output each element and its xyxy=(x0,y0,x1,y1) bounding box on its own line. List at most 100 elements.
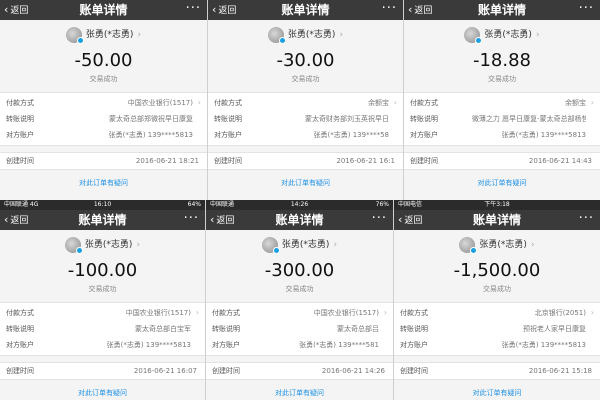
question-link[interactable]: 对此订单有疑问 xyxy=(0,178,207,188)
chevron-left-icon: ‹ xyxy=(398,213,403,226)
question-link[interactable]: 对此订单有疑问 xyxy=(404,178,600,188)
avatar xyxy=(65,26,84,44)
payee-user[interactable]: 张勇(*志勇) › xyxy=(394,234,600,256)
amount: -50.00 xyxy=(74,50,133,71)
account-row: 对方账户 张勇(*志勇) 139****5813 xyxy=(6,337,199,353)
back-button[interactable]: ‹ 返回 xyxy=(4,210,28,230)
payment-method-row[interactable]: 付款方式 中国农业银行(1517) › xyxy=(212,305,387,321)
verified-badge-icon xyxy=(278,36,286,44)
question-link[interactable]: 对此订单有疑问 xyxy=(208,178,403,188)
account-value: 张勇(*志勇) 139****5813 xyxy=(501,131,586,139)
clock-label: 14:26 xyxy=(290,201,309,208)
info-section: 付款方式 中国农业银行(1517) › 转账说明 蒙太奇总部郑微祝早日康复 对方账户 张… xyxy=(0,92,207,146)
chevron-left-icon: ‹ xyxy=(212,3,217,16)
payee-user[interactable]: 张勇(*志勇) › xyxy=(206,234,393,256)
amount: -30.00 xyxy=(276,50,335,71)
back-label: 返回 xyxy=(404,216,423,226)
info-section: 付款方式 中国农业银行(1517) › 转账说明 蒙太奇总部吕 对方账户 张勇(*志勇)… xyxy=(206,302,393,356)
created-time-row: 创建时间 2016-06-21 15:18 xyxy=(400,363,594,379)
back-label: 返回 xyxy=(218,6,237,16)
more-menu-button[interactable]: ··· xyxy=(184,210,199,228)
chevron-left-icon: ‹ xyxy=(210,213,215,226)
created-section: 创建时间 2016-06-21 16:1 xyxy=(208,152,403,170)
chevron-left-icon: ‹ xyxy=(408,3,413,16)
status-text: 交易成功 xyxy=(483,285,511,293)
payment-method-row[interactable]: 付款方式 中国农业银行(1517) › xyxy=(6,95,201,111)
payment-method-label: 付款方式 xyxy=(410,99,438,107)
payment-method-row[interactable]: 付款方式 北京银行(2051) › xyxy=(400,305,594,321)
page-title: 账单详情 xyxy=(477,3,526,17)
more-menu-button[interactable]: ··· xyxy=(579,210,594,228)
user-name: 张勇(*志勇) xyxy=(484,30,532,40)
payment-method-row[interactable]: 付款方式 中国农业银行(1517) › xyxy=(6,305,199,321)
payment-method-label: 付款方式 xyxy=(214,99,242,107)
bill-detail-panel-2: ‹ 返回 账单详情 ··· 张勇(*志勇) › -30.00 交易成功 付款方式 余额… xyxy=(208,0,404,200)
more-menu-button[interactable]: ··· xyxy=(579,0,594,18)
created-time-label: 创建时间 xyxy=(212,367,240,375)
payment-method-value: 中国农业银行(1517) xyxy=(313,309,379,317)
verified-badge-icon xyxy=(75,246,83,254)
payment-method-label: 付款方式 xyxy=(6,309,34,317)
chevron-right-icon: › xyxy=(339,30,344,40)
nav-bar: ‹ 返回 账单详情 ··· xyxy=(394,210,600,230)
chevron-right-icon: › xyxy=(333,240,338,250)
chevron-right-icon: › xyxy=(393,98,397,107)
transfer-note-row: 转账说明 微薄之力 愿早日康复-蒙太奇总部杨哲 xyxy=(410,111,594,127)
payment-method-label: 付款方式 xyxy=(400,309,428,317)
back-button[interactable]: ‹ 返回 xyxy=(212,0,236,20)
payee-user[interactable]: 张勇(*志勇) › xyxy=(0,24,207,46)
page-title: 账单详情 xyxy=(472,213,521,227)
info-section: 付款方式 中国农业银行(1517) › 转账说明 蒙太奇总部白宝军 对方账户 张勇(*志… xyxy=(0,302,205,356)
created-time-value: 2016-06-21 18:21 xyxy=(135,157,199,165)
account-row: 对方账户 张勇(*志勇) 139****581 xyxy=(212,337,387,353)
account-value: 张勇(*志勇) 139****581 xyxy=(299,341,379,349)
battery-label: 64% xyxy=(187,201,201,208)
chevron-left-icon: ‹ xyxy=(4,213,9,226)
payee-user[interactable]: 张勇(*志勇) › xyxy=(208,24,403,46)
more-menu-button[interactable]: ··· xyxy=(372,210,387,228)
payment-method-row[interactable]: 付款方式 余额宝 › xyxy=(214,95,397,111)
payment-method-label: 付款方式 xyxy=(212,309,240,317)
amount: -100.00 xyxy=(67,260,138,281)
transfer-note-row: 转账说明 蒙太奇总部郑微祝早日康复 xyxy=(6,111,201,127)
question-link[interactable]: 对此订单有疑问 xyxy=(394,388,600,398)
bill-detail-panel-4: 中国联通 4G 16:10 64% ‹ 返回 账单详情 ··· 张勇(*志勇) › … xyxy=(0,200,206,400)
created-time-value: 2016-06-21 16:1 xyxy=(336,157,395,165)
payment-method-value: 中国农业银行(1517) xyxy=(125,309,191,317)
user-name: 张勇(*志勇) xyxy=(84,240,133,250)
nav-bar: ‹ 返回 账单详情 ··· xyxy=(208,0,403,20)
amount: -300.00 xyxy=(264,260,335,281)
clock-label: 下午3:18 xyxy=(484,201,510,208)
more-menu-button[interactable]: ··· xyxy=(382,0,397,18)
back-button[interactable]: ‹ 返回 xyxy=(398,210,422,230)
transfer-note-value: 蒙太奇财务部刘玉英祝早日 xyxy=(305,115,389,123)
back-button[interactable]: ‹ 返回 xyxy=(210,210,234,230)
status-text: 交易成功 xyxy=(285,285,314,293)
chevron-right-icon: › xyxy=(136,240,141,250)
payee-user[interactable]: 张勇(*志勇) › xyxy=(0,234,205,256)
payee-user[interactable]: 张勇(*志勇) › xyxy=(404,24,600,46)
user-name: 张勇(*志勇) xyxy=(479,240,527,250)
question-link[interactable]: 对此订单有疑问 xyxy=(206,388,393,398)
back-button[interactable]: ‹ 返回 xyxy=(4,0,28,20)
phone-status-bar: 中国电信 下午3:18 xyxy=(394,200,600,210)
account-value: 张勇(*志勇) 139****5813 xyxy=(108,131,193,139)
back-button[interactable]: ‹ 返回 xyxy=(408,0,432,20)
avatar xyxy=(459,236,478,254)
account-value: 张勇(*志勇) 139****5813 xyxy=(106,341,191,349)
created-section: 创建时间 2016-06-21 14:43 xyxy=(404,152,600,170)
transfer-note-label: 转账说明 xyxy=(212,325,240,333)
more-menu-button[interactable]: ··· xyxy=(186,0,201,18)
info-section: 付款方式 余额宝 › 转账说明 蒙太奇财务部刘玉英祝早日 对方账户 张勇(*志勇) 13… xyxy=(208,92,403,146)
account-label: 对方账户 xyxy=(400,341,428,349)
created-time-value: 2016-06-21 14:43 xyxy=(528,157,592,165)
payment-method-row[interactable]: 付款方式 余额宝 › xyxy=(410,95,594,111)
created-time-row: 创建时间 2016-06-21 14:43 xyxy=(410,153,594,169)
account-row: 对方账户 张勇(*志勇) 139****5813 xyxy=(400,337,594,353)
bill-detail-panel-3: ‹ 返回 账单详情 ··· 张勇(*志勇) › -18.88 交易成功 付款方式 余额… xyxy=(404,0,600,200)
question-link[interactable]: 对此订单有疑问 xyxy=(0,388,205,398)
verified-badge-icon xyxy=(475,36,483,44)
verified-badge-icon xyxy=(470,246,478,254)
created-section: 创建时间 2016-06-21 16:07 xyxy=(0,362,205,380)
account-value: 张勇(*志勇) 139****58 xyxy=(313,131,389,139)
